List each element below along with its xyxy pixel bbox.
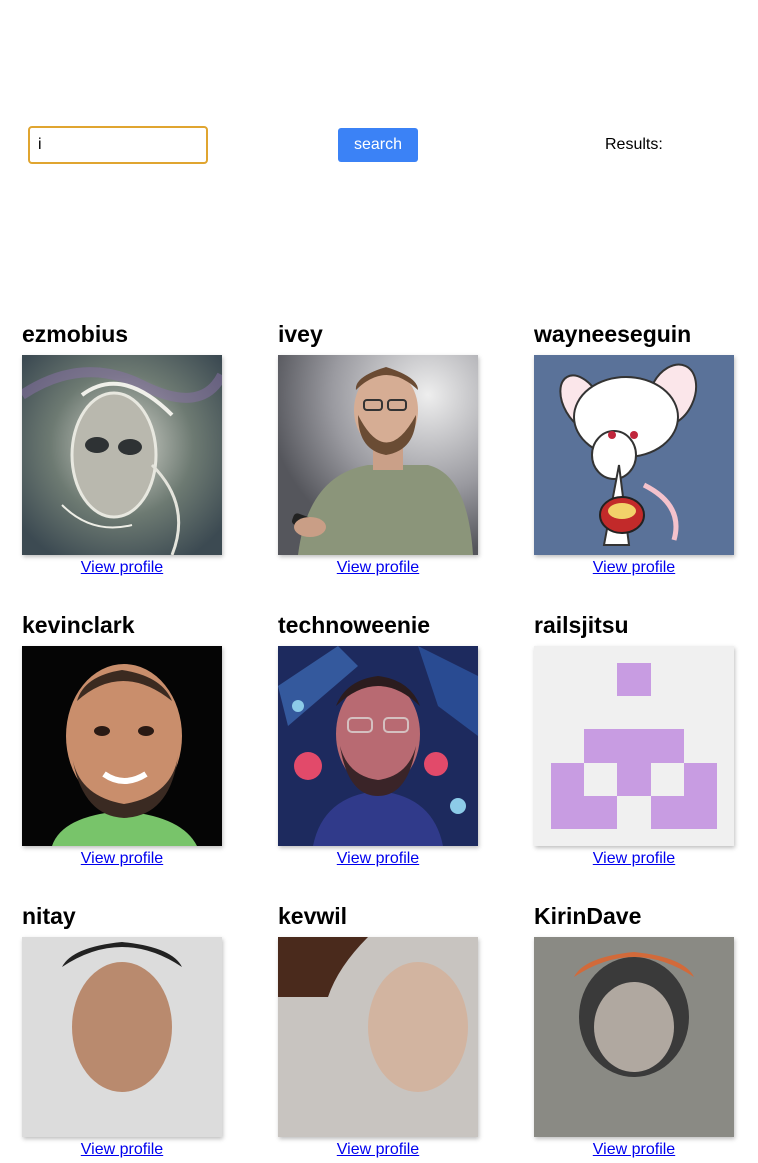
view-profile-link[interactable]: View profile: [534, 850, 734, 872]
user-avatar: [534, 355, 734, 555]
user-card: technoweenie View profile: [278, 609, 478, 872]
view-profile-link[interactable]: View profile: [278, 850, 478, 872]
user-avatar: [22, 646, 222, 846]
user-card: wayneeseguin View profile: [534, 318, 734, 581]
user-card: nitay View profile: [22, 900, 222, 1163]
user-avatar: [534, 646, 734, 846]
user-card: KirinDave View profile: [534, 900, 734, 1163]
user-avatar: [278, 355, 478, 555]
view-profile-link[interactable]: View profile: [278, 1141, 478, 1163]
user-card: kevinclark View profile: [22, 609, 222, 872]
user-login: wayneeseguin: [534, 321, 692, 347]
search-input[interactable]: [28, 126, 208, 164]
view-profile-link[interactable]: View profile: [278, 559, 478, 581]
user-login: ivey: [278, 321, 323, 347]
user-avatar: [22, 937, 222, 1137]
view-profile-link[interactable]: View profile: [22, 559, 222, 581]
view-profile-link[interactable]: View profile: [22, 850, 222, 872]
user-avatar: [278, 937, 478, 1137]
user-avatar: [534, 937, 734, 1137]
user-grid: ezmobius View profile ivey View profile …: [22, 318, 734, 1163]
view-profile-link[interactable]: View profile: [534, 1141, 734, 1163]
user-avatar: [22, 355, 222, 555]
view-profile-link[interactable]: View profile: [22, 1141, 222, 1163]
view-profile-link[interactable]: View profile: [534, 559, 734, 581]
user-login: KirinDave: [534, 903, 642, 929]
user-login: ezmobius: [22, 321, 129, 347]
user-login: technoweenie: [278, 612, 431, 638]
user-card: kevwil View profile: [278, 900, 478, 1163]
search-button[interactable]: search: [338, 128, 418, 162]
user-login: kevwil: [278, 903, 348, 929]
user-card: ivey View profile: [278, 318, 478, 581]
user-login: nitay: [22, 903, 76, 929]
user-card: railsjitsu View profile: [534, 609, 734, 872]
search-bar: search Results:: [28, 126, 728, 164]
user-login: kevinclark: [22, 612, 135, 638]
user-login: railsjitsu: [534, 612, 629, 638]
results-label: Results:: [605, 136, 663, 153]
user-avatar: [278, 646, 478, 846]
user-card: ezmobius View profile: [22, 318, 222, 581]
